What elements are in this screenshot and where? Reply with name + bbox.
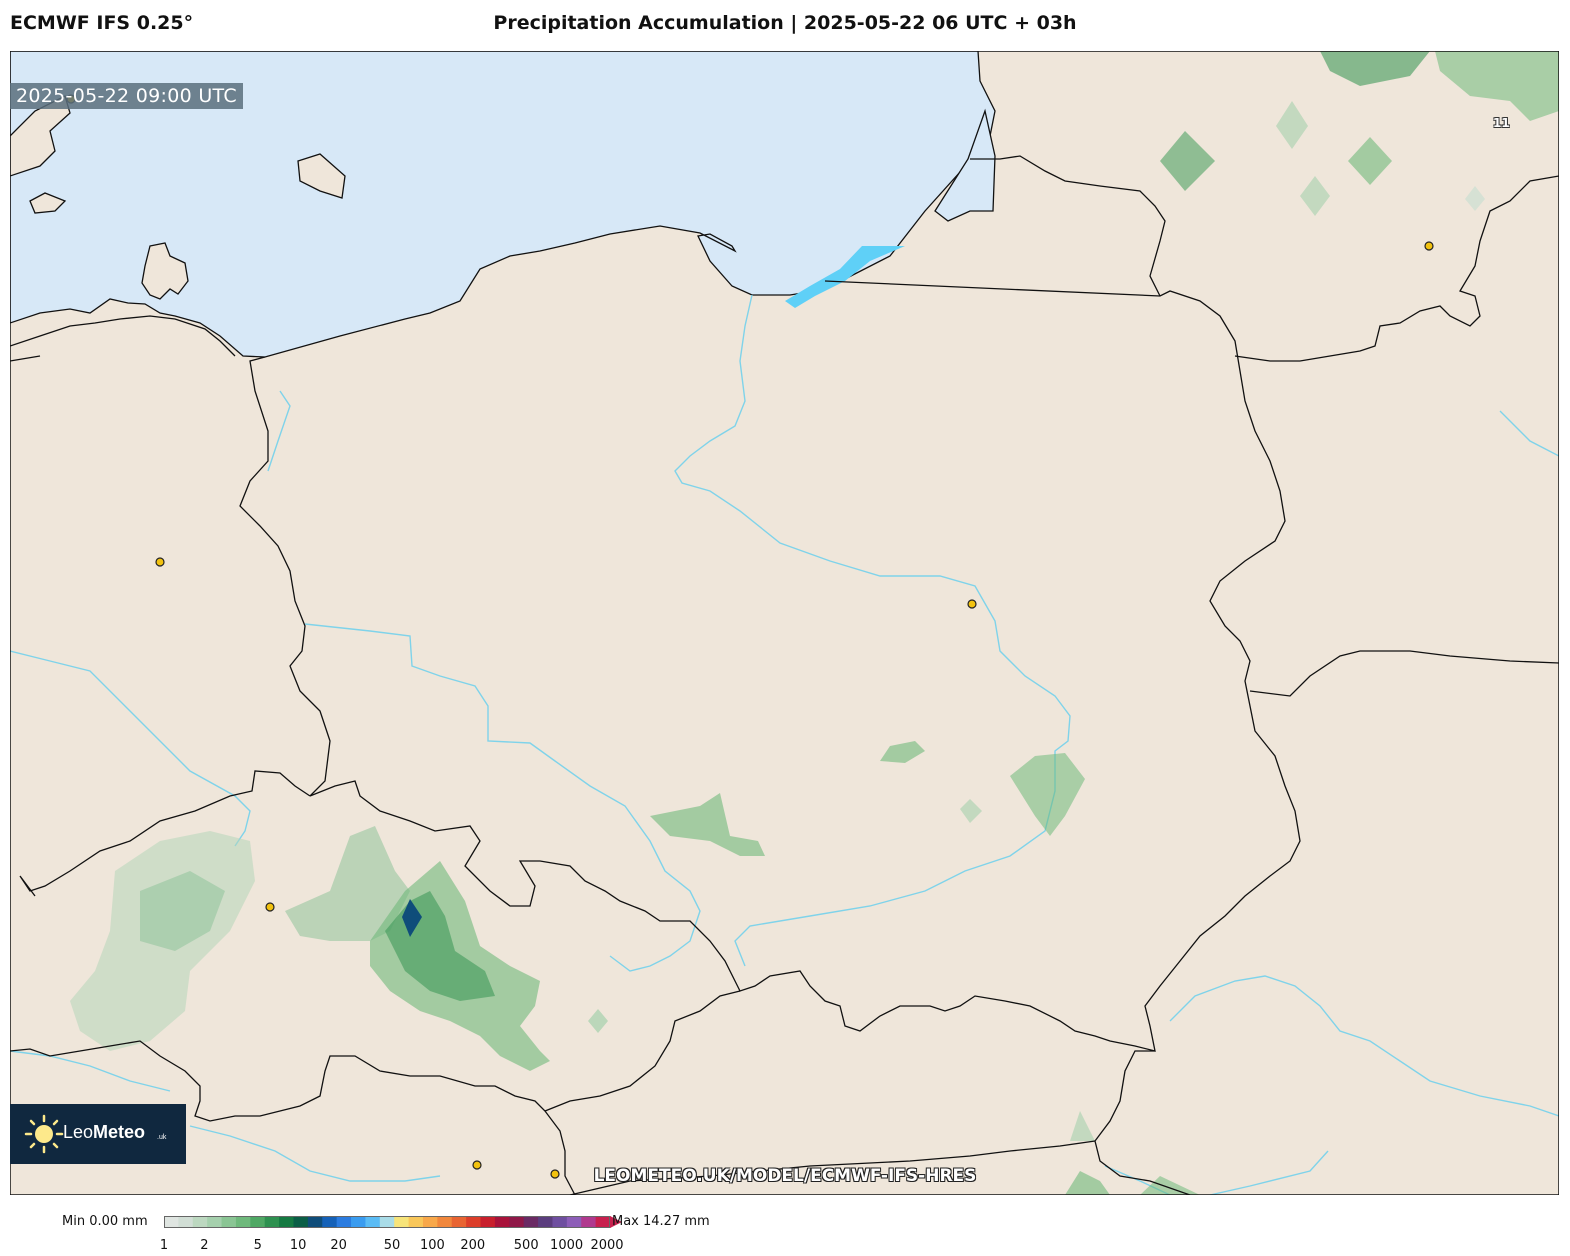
colorbar-segment	[293, 1216, 309, 1228]
city-marker	[155, 557, 165, 567]
colorbar-segment	[192, 1216, 208, 1228]
colorbar-segment	[250, 1216, 266, 1228]
model-url-watermark: LEOMETEO.UK/MODEL/ECMWF-IFS-HRES	[593, 1166, 977, 1186]
city-marker	[1424, 241, 1434, 251]
colorbar-max-label: Max 14.27 mm	[612, 1214, 710, 1229]
colorbar-tick-label: 1	[159, 1238, 169, 1253]
colorbar	[164, 1216, 622, 1228]
logo-brand-bold: Meteo	[93, 1122, 146, 1142]
colorbar-min-label: Min 0.00 mm	[62, 1214, 148, 1229]
colorbar-segment	[307, 1216, 323, 1228]
colorbar-segment	[164, 1216, 179, 1228]
colorbar-segment	[235, 1216, 251, 1228]
colorbar-tick-label: 500	[513, 1238, 539, 1253]
colorbar-segment	[336, 1216, 352, 1228]
colorbar-segment	[523, 1216, 539, 1228]
colorbar-tick-label: 5	[253, 1238, 262, 1253]
colorbar-tick-label: 20	[330, 1238, 347, 1253]
colorbar-tick-label: 1000	[550, 1238, 584, 1253]
colorbar-tick-label: 50	[383, 1238, 401, 1253]
colorbar-segment	[480, 1216, 496, 1228]
colorbar-tick-label: 200	[460, 1238, 486, 1253]
colorbar-segment	[466, 1216, 482, 1228]
precipitation-map[interactable]	[10, 51, 1559, 1195]
colorbar-segment	[379, 1216, 395, 1228]
grid-label: 11	[1493, 116, 1510, 130]
colorbar-segment	[494, 1216, 510, 1228]
colorbar-segment	[437, 1216, 453, 1228]
city-marker	[967, 599, 977, 609]
colorbar-tick-label: 100	[419, 1238, 445, 1253]
colorbar-segment	[422, 1216, 438, 1228]
colorbar-segment	[451, 1216, 467, 1228]
logo-wordmark: LeoMeteo	[63, 1122, 145, 1143]
colorbar-segment	[365, 1216, 381, 1228]
colorbar-segment	[566, 1216, 582, 1228]
colorbar-segment	[509, 1216, 525, 1228]
colorbar-segment	[351, 1216, 367, 1228]
colorbar-segment	[538, 1216, 554, 1228]
colorbar-segment	[322, 1216, 338, 1228]
logo-brand-light: Leo	[63, 1122, 94, 1142]
colorbar-segment	[221, 1216, 237, 1228]
colorbar-segment	[408, 1216, 424, 1228]
colorbar-tick-label: 2000	[590, 1238, 624, 1253]
colorbar-segment	[178, 1216, 194, 1228]
colorbar-segment	[264, 1216, 280, 1228]
city-marker	[265, 902, 275, 912]
colorbar-segment	[581, 1216, 597, 1228]
sun-icon	[24, 1114, 64, 1154]
logo-tld: .uk	[157, 1134, 167, 1141]
colorbar-segment	[595, 1216, 611, 1228]
colorbar-tick-label: 10	[289, 1238, 307, 1253]
colorbar-tick-label: 2	[200, 1238, 209, 1253]
colorbar-segment	[552, 1216, 568, 1228]
valid-time-label: 2025-05-22 09:00 UTC	[10, 83, 243, 109]
colorbar-segment	[279, 1216, 295, 1228]
colorbar-segment	[394, 1216, 410, 1228]
map-title: Precipitation Accumulation | 2025-05-22 …	[493, 12, 1077, 34]
colorbar-segment	[207, 1216, 223, 1228]
leometeo-logo[interactable]: LeoMeteo .uk	[10, 1104, 186, 1164]
